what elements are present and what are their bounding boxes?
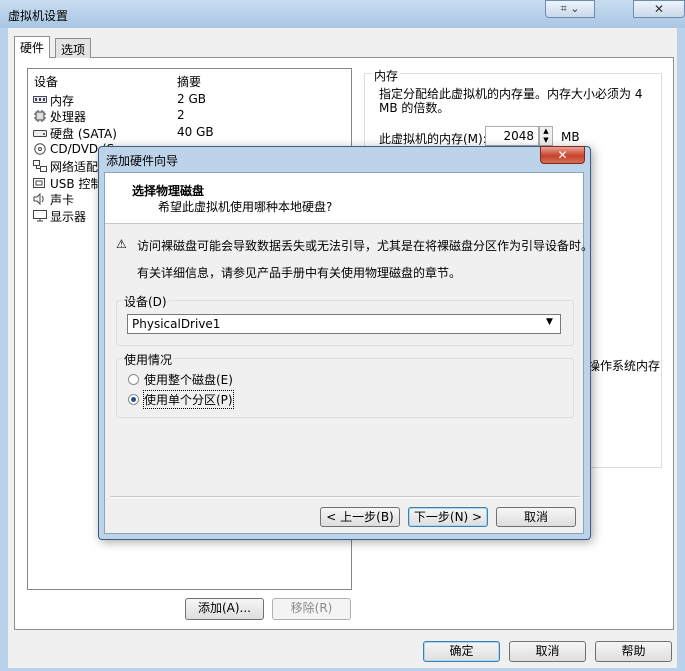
device-name: 硬盘 (SATA) bbox=[50, 126, 117, 141]
cancel-button[interactable]: 取消 bbox=[509, 641, 586, 662]
warning-icon: ⚠ bbox=[116, 237, 127, 251]
hard-disk-icon bbox=[33, 127, 47, 139]
help-button[interactable]: 帮助 bbox=[595, 641, 672, 662]
tab-hardware[interactable]: 硬件 bbox=[14, 36, 51, 58]
device-name: 声卡 bbox=[50, 192, 75, 207]
chevron-down-icon[interactable]: ▼ bbox=[546, 317, 553, 327]
display-icon bbox=[33, 210, 47, 222]
memory-group-title: 内存 bbox=[372, 67, 401, 84]
next-button[interactable]: 下一步(N) > bbox=[408, 507, 488, 527]
device-row-sound-card[interactable]: 声卡 bbox=[33, 191, 74, 207]
cd-dvd-icon bbox=[33, 143, 47, 155]
device-row-memory[interactable]: 内存 bbox=[33, 92, 74, 108]
device-summary: 2 bbox=[177, 108, 185, 122]
device-group-label: 设备(D) bbox=[122, 293, 169, 310]
radio-label: 使用整个磁盘(E) bbox=[144, 372, 233, 387]
device-summary: 40 GB bbox=[177, 125, 214, 139]
dialog-cancel-button[interactable]: 取消 bbox=[496, 507, 576, 527]
memory-unit: MB bbox=[561, 130, 580, 144]
device-name: 显示器 bbox=[50, 209, 87, 224]
device-name: 处理器 bbox=[50, 109, 87, 124]
back-button[interactable]: < 上一步(B) bbox=[320, 507, 400, 527]
device-summary: 2 GB bbox=[177, 92, 206, 106]
radio-button[interactable] bbox=[128, 393, 139, 405]
add-device-button[interactable]: 添加(A)... bbox=[185, 598, 264, 620]
memory-spinner[interactable]: ▲ ▼ bbox=[539, 126, 553, 146]
dialog-title: 添加硬件向导 bbox=[106, 154, 179, 168]
network-adapter-icon bbox=[33, 160, 47, 172]
usage-group bbox=[116, 358, 574, 418]
ok-button[interactable]: 确定 bbox=[423, 641, 500, 662]
column-header-device[interactable]: 设备 bbox=[34, 73, 58, 90]
info-text: 有关详细信息，请参见产品手册中有关使用物理磁盘的章节。 bbox=[137, 266, 462, 280]
usb-controller-icon bbox=[33, 177, 47, 189]
processor-icon bbox=[33, 110, 47, 122]
window-title: 虚拟机设置 bbox=[8, 9, 69, 23]
sound-card-icon bbox=[33, 193, 47, 205]
window-menu-button[interactable]: ⌗ ⌄ bbox=[545, 0, 595, 18]
window-close-button[interactable]: ✕ bbox=[633, 0, 685, 18]
radio-use-single-partition[interactable]: 使用单个分区(P) bbox=[128, 389, 234, 409]
device-select[interactable]: PhysicalDrive1 bbox=[127, 314, 561, 334]
memory-size-label: 此虚拟机的内存(M): bbox=[379, 132, 487, 146]
dialog-close-button[interactable]: ✕ bbox=[540, 146, 585, 164]
memory-os-text: 操作系统内存 bbox=[588, 359, 661, 373]
device-row-processor[interactable]: 处理器 bbox=[33, 108, 86, 124]
radio-button[interactable] bbox=[128, 373, 139, 385]
radio-use-entire-disk[interactable]: 使用整个磁盘(E) bbox=[128, 371, 233, 387]
radio-label: 使用单个分区(P) bbox=[143, 389, 234, 409]
tab-options[interactable]: 选项 bbox=[55, 38, 92, 58]
usage-group-label: 使用情况 bbox=[122, 351, 175, 368]
dialog-body bbox=[104, 172, 584, 534]
column-header-summary[interactable]: 摘要 bbox=[177, 73, 201, 90]
device-row-hard-disk[interactable]: 硬盘 (SATA) bbox=[33, 125, 117, 141]
remove-device-button[interactable]: 移除(R) bbox=[272, 598, 351, 620]
dialog-header-subtitle: 希望此虚拟机使用哪种本地硬盘? bbox=[158, 200, 333, 214]
dialog-separator bbox=[110, 496, 580, 498]
warning-text: 访问裸磁盘可能会导致数据丢失或无法引导，尤其是在将裸磁盘分区作为引导设备时。 bbox=[137, 239, 594, 253]
device-row-display[interactable]: 显示器 bbox=[33, 208, 86, 224]
memory-description: 指定分配给此虚拟机的内存量。内存大小必须为 4 MB 的倍数。 bbox=[379, 87, 643, 115]
dialog-header-title: 选择物理磁盘 bbox=[132, 184, 205, 198]
memory-icon bbox=[33, 94, 47, 106]
device-name: 内存 bbox=[50, 93, 75, 108]
memory-size-input[interactable]: 2048 bbox=[485, 126, 539, 146]
